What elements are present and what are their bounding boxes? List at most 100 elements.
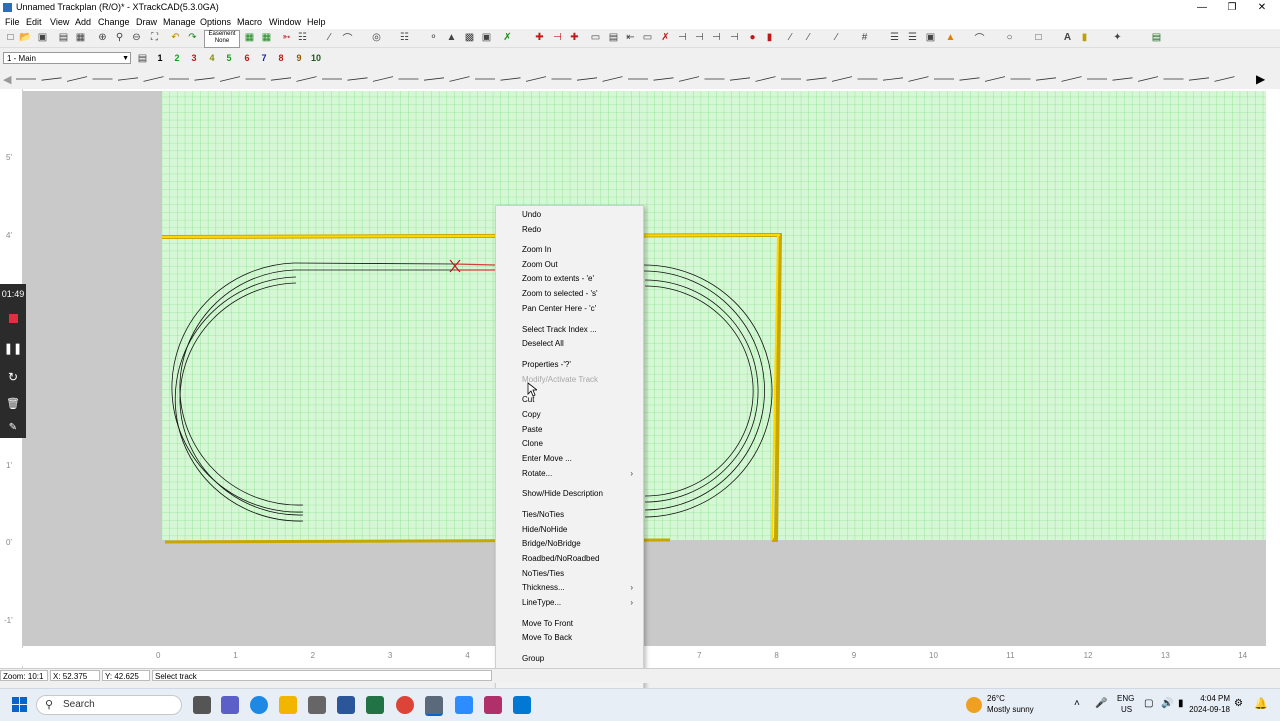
zoom-extents-icon[interactable]: ⛶: [148, 31, 161, 44]
menu-item-rotate[interactable]: Rotate...: [522, 469, 552, 478]
hotbar-right-arrow-icon[interactable]: ▶: [1256, 72, 1265, 86]
describe-icon[interactable]: ▤: [607, 31, 620, 44]
menu-item-pan-center-here-c[interactable]: Pan Center Here - 'c': [522, 304, 596, 313]
modify-icon[interactable]: ▭: [641, 31, 654, 44]
car-icon[interactable]: ▩: [463, 31, 476, 44]
connect-icon[interactable]: ⇤: [624, 31, 637, 44]
train-icon[interactable]: ▣: [480, 31, 493, 44]
maximize-button[interactable]: ❐: [1216, 0, 1248, 15]
layer-button-8[interactable]: 8: [274, 51, 288, 65]
hotbar-left-arrow-icon[interactable]: ◀: [3, 73, 11, 86]
store-icon[interactable]: [308, 696, 326, 714]
menu-manage[interactable]: Manage: [163, 17, 196, 27]
grid-icon[interactable]: ▦: [260, 31, 273, 44]
profile-icon[interactable]: ⊣: [710, 31, 723, 44]
curve-track-icon[interactable]: ⌒: [341, 31, 354, 45]
table-edge-icon[interactable]: #: [858, 31, 871, 44]
line-draw-icon[interactable]: ∕: [784, 31, 797, 44]
teams-icon[interactable]: [221, 696, 239, 714]
align-icon[interactable]: ▭: [589, 31, 602, 44]
layer-button-6[interactable]: 6: [240, 51, 254, 65]
hotbar-track-strip[interactable]: [16, 73, 1256, 85]
language-indicator[interactable]: ENG: [1117, 694, 1134, 703]
menu-item-zoom-out[interactable]: Zoom Out: [522, 260, 558, 269]
menu-item-group[interactable]: Group: [522, 654, 544, 663]
record-stop-icon[interactable]: [0, 314, 26, 325]
signal-icon[interactable]: ▮: [763, 31, 776, 44]
menu-options[interactable]: Options: [200, 17, 231, 27]
menu-item-properties[interactable]: Properties -'?': [522, 360, 571, 369]
chevron-up-icon[interactable]: ˄: [1074, 698, 1080, 709]
network-icon[interactable]: ▢: [1144, 698, 1153, 709]
undo-icon[interactable]: ↶: [169, 31, 182, 44]
zoom-app-icon[interactable]: [455, 696, 473, 714]
menu-edit[interactable]: Edit: [26, 17, 42, 27]
file-explorer-icon[interactable]: [279, 696, 297, 714]
note-icon[interactable]: ▣: [924, 31, 937, 44]
menu-item-enter-move[interactable]: Enter Move ...: [522, 454, 572, 463]
print-icon[interactable]: ▤: [57, 31, 70, 44]
magic-wand-icon[interactable]: ✦: [1111, 31, 1124, 44]
menu-draw[interactable]: Draw: [136, 17, 157, 27]
delete-icon[interactable]: ✗: [659, 31, 672, 44]
layer-list-icon[interactable]: ▤: [136, 52, 149, 65]
windows-start-icon[interactable]: [12, 697, 28, 713]
app-icon-2[interactable]: [484, 696, 502, 714]
menu-item-show-hide-description[interactable]: Show/Hide Description: [522, 489, 603, 498]
notification-icon[interactable]: 🔔: [1254, 697, 1268, 710]
arc-icon[interactable]: ⌒: [973, 31, 986, 45]
zoom-icon[interactable]: ⚲: [113, 31, 126, 44]
chrome-icon[interactable]: [396, 696, 414, 714]
menu-add[interactable]: Add: [75, 17, 91, 27]
word-icon[interactable]: [337, 696, 355, 714]
menu-item-copy[interactable]: Copy: [522, 410, 541, 419]
tunnel-icon[interactable]: ⊣: [676, 31, 689, 44]
menu-item-move-to-front[interactable]: Move To Front: [522, 619, 573, 628]
menu-item-undo[interactable]: Undo: [522, 210, 541, 219]
layer-button-2[interactable]: 2: [170, 51, 184, 65]
new-file-icon[interactable]: □: [4, 31, 17, 44]
minimize-button[interactable]: —: [1186, 0, 1218, 15]
turnout-icon[interactable]: ⚬: [427, 31, 440, 44]
snap-grid-icon[interactable]: ▦: [243, 31, 256, 44]
box-draw-icon[interactable]: □: [1032, 31, 1045, 44]
trash-icon[interactable]: 🗑: [0, 397, 26, 410]
menu-view[interactable]: View: [50, 17, 69, 27]
circle-draw-icon[interactable]: ○: [1003, 31, 1016, 44]
menu-item-redo[interactable]: Redo: [522, 225, 541, 234]
xtrackcad-icon[interactable]: [425, 696, 443, 716]
taskbar-search[interactable]: ⚲ Search: [36, 695, 182, 715]
save-icon[interactable]: ▣: [36, 31, 49, 44]
weather-icon[interactable]: [966, 697, 982, 713]
layer-button-3[interactable]: 3: [187, 51, 201, 65]
menu-item-zoom-in[interactable]: Zoom In: [522, 245, 551, 254]
close-button[interactable]: ✕: [1246, 0, 1278, 15]
menu-item-zoom-to-extents-e[interactable]: Zoom to extents - 'e': [522, 274, 594, 283]
structure-icon[interactable]: ▲: [445, 31, 458, 44]
zoom-out-icon[interactable]: ⊖: [130, 31, 143, 44]
menu-item-clone[interactable]: Clone: [522, 439, 543, 448]
benchwork-icon[interactable]: ☰: [888, 31, 901, 44]
dim-line-icon[interactable]: ∕: [802, 31, 815, 44]
menu-item-hide-nohide[interactable]: Hide/NoHide: [522, 525, 567, 534]
menu-item-zoom-to-selected-s[interactable]: Zoom to selected - 's': [522, 289, 598, 298]
layer-button-9[interactable]: 9: [292, 51, 306, 65]
highlight-icon[interactable]: ▮: [1078, 31, 1091, 44]
menu-macro[interactable]: Macro: [237, 17, 262, 27]
track-tool-icon[interactable]: ➳: [280, 31, 293, 44]
ruler-icon[interactable]: ⊣: [728, 31, 741, 44]
menu-help[interactable]: Help: [307, 17, 326, 27]
clock-time[interactable]: 4:04 PM: [1194, 694, 1230, 703]
battery-icon[interactable]: ▮: [1178, 698, 1184, 709]
layer-button-4[interactable]: 4: [205, 51, 219, 65]
layer-button-10[interactable]: 10: [309, 51, 323, 65]
easement-button[interactable]: Easement None: [204, 30, 240, 48]
print-setup-icon[interactable]: ▦: [74, 31, 87, 44]
turntable-icon[interactable]: ☷: [398, 31, 411, 44]
menu-window[interactable]: Window: [269, 17, 301, 27]
layer-button-7[interactable]: 7: [257, 51, 271, 65]
menu-item-paste[interactable]: Paste: [522, 425, 542, 434]
edge-icon[interactable]: [250, 696, 268, 714]
restart-icon[interactable]: ↻: [0, 370, 26, 384]
microphone-icon[interactable]: 🎤: [1095, 698, 1107, 709]
